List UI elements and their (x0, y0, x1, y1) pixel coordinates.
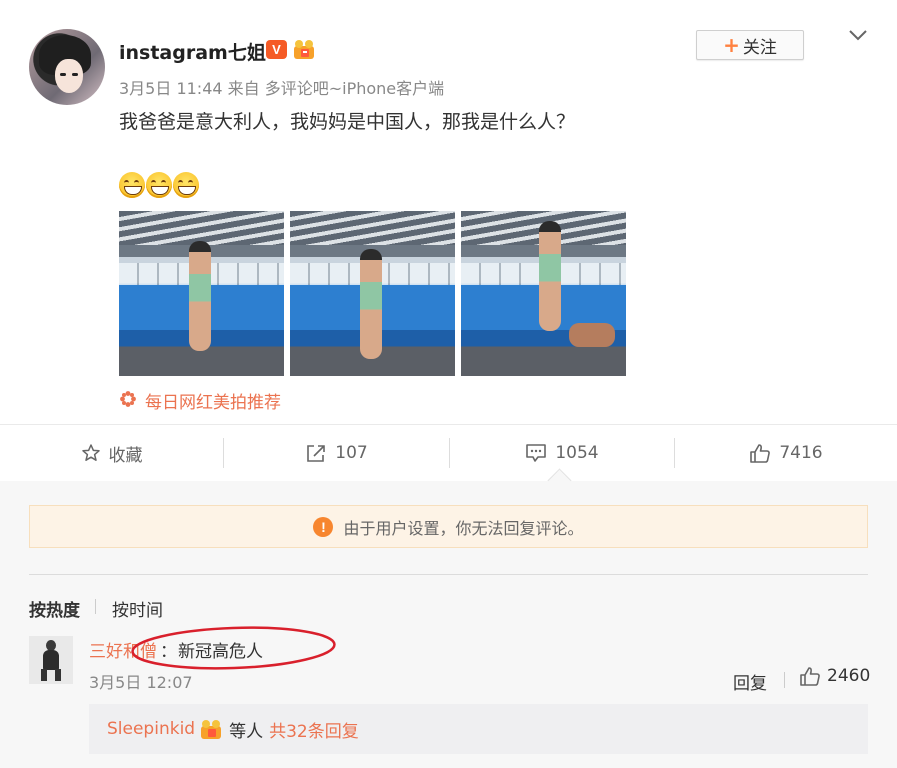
sub-reply-others: 等人 (229, 721, 264, 742)
follow-button[interactable]: + 关注 (696, 30, 804, 60)
comment-date: 3月5日 12:07 (89, 673, 193, 692)
sub-replies[interactable]: Sleepinkid 等人 共32条回复 (89, 704, 868, 754)
favorite-label: 收藏 (108, 445, 143, 466)
share-count: 107 (335, 443, 368, 463)
commenter-avatar[interactable] (29, 636, 73, 684)
grin-emoji-icon (173, 172, 199, 198)
like-button[interactable]: 7416 (675, 425, 897, 481)
member-badge-icon (294, 40, 314, 59)
thumb-up-icon (750, 444, 771, 463)
follow-label: 关注 (742, 37, 777, 58)
post-photo-3[interactable] (461, 211, 626, 376)
author-avatar[interactable] (29, 29, 105, 105)
verified-badge-icon: V (266, 40, 287, 59)
recommend-link[interactable]: 每日网红美拍推荐 (145, 388, 281, 413)
post-photo-2[interactable] (290, 211, 455, 376)
grin-emoji-icon (146, 172, 172, 198)
divider (29, 574, 868, 575)
like-count: 7416 (779, 443, 823, 463)
comment-count: 1054 (555, 443, 599, 463)
notice-text: 由于用户设置，你无法回复评论。 (343, 518, 584, 538)
favorite-button[interactable]: 收藏 (0, 425, 223, 481)
sort-by-time-tab[interactable]: 按时间 (112, 596, 163, 621)
comment-like-count: 2460 (827, 666, 871, 686)
notice-banner: ! 由于用户设置，你无法回复评论。 (29, 505, 868, 548)
post-meta: 3月5日 11:44 来自 多评论吧~iPhone客户端 (119, 79, 445, 98)
divider (95, 599, 96, 614)
star-icon (81, 444, 100, 461)
comment-icon (526, 444, 547, 462)
plus-icon: + (723, 33, 740, 57)
reply-button[interactable]: 回复 (733, 669, 767, 694)
thumb-up-icon (800, 667, 820, 686)
author-name[interactable]: instagram七姐 (119, 38, 266, 65)
flower-icon (120, 391, 136, 407)
warning-icon: ! (313, 516, 334, 537)
sort-by-hot-tab[interactable]: 按热度 (29, 596, 80, 621)
comment-like-button[interactable]: 2460 (799, 666, 870, 686)
post-photo-1[interactable] (119, 211, 284, 376)
share-button[interactable]: 107 (224, 425, 449, 481)
post-text: 我爸爸是意大利人，我妈妈是中国人，那我是什么人？ (119, 111, 576, 133)
share-icon (307, 445, 326, 462)
sub-reply-total-link[interactable]: 共32条回复 (269, 717, 359, 742)
grin-emoji-icon (119, 172, 145, 198)
sub-reply-user[interactable]: Sleepinkid (107, 719, 195, 739)
red-annotation-ellipse (131, 626, 336, 670)
divider (784, 672, 785, 688)
member-badge-icon (201, 719, 222, 739)
action-bar: 收藏 107 1054 7416 (0, 425, 897, 481)
chevron-down-icon[interactable] (848, 28, 868, 42)
